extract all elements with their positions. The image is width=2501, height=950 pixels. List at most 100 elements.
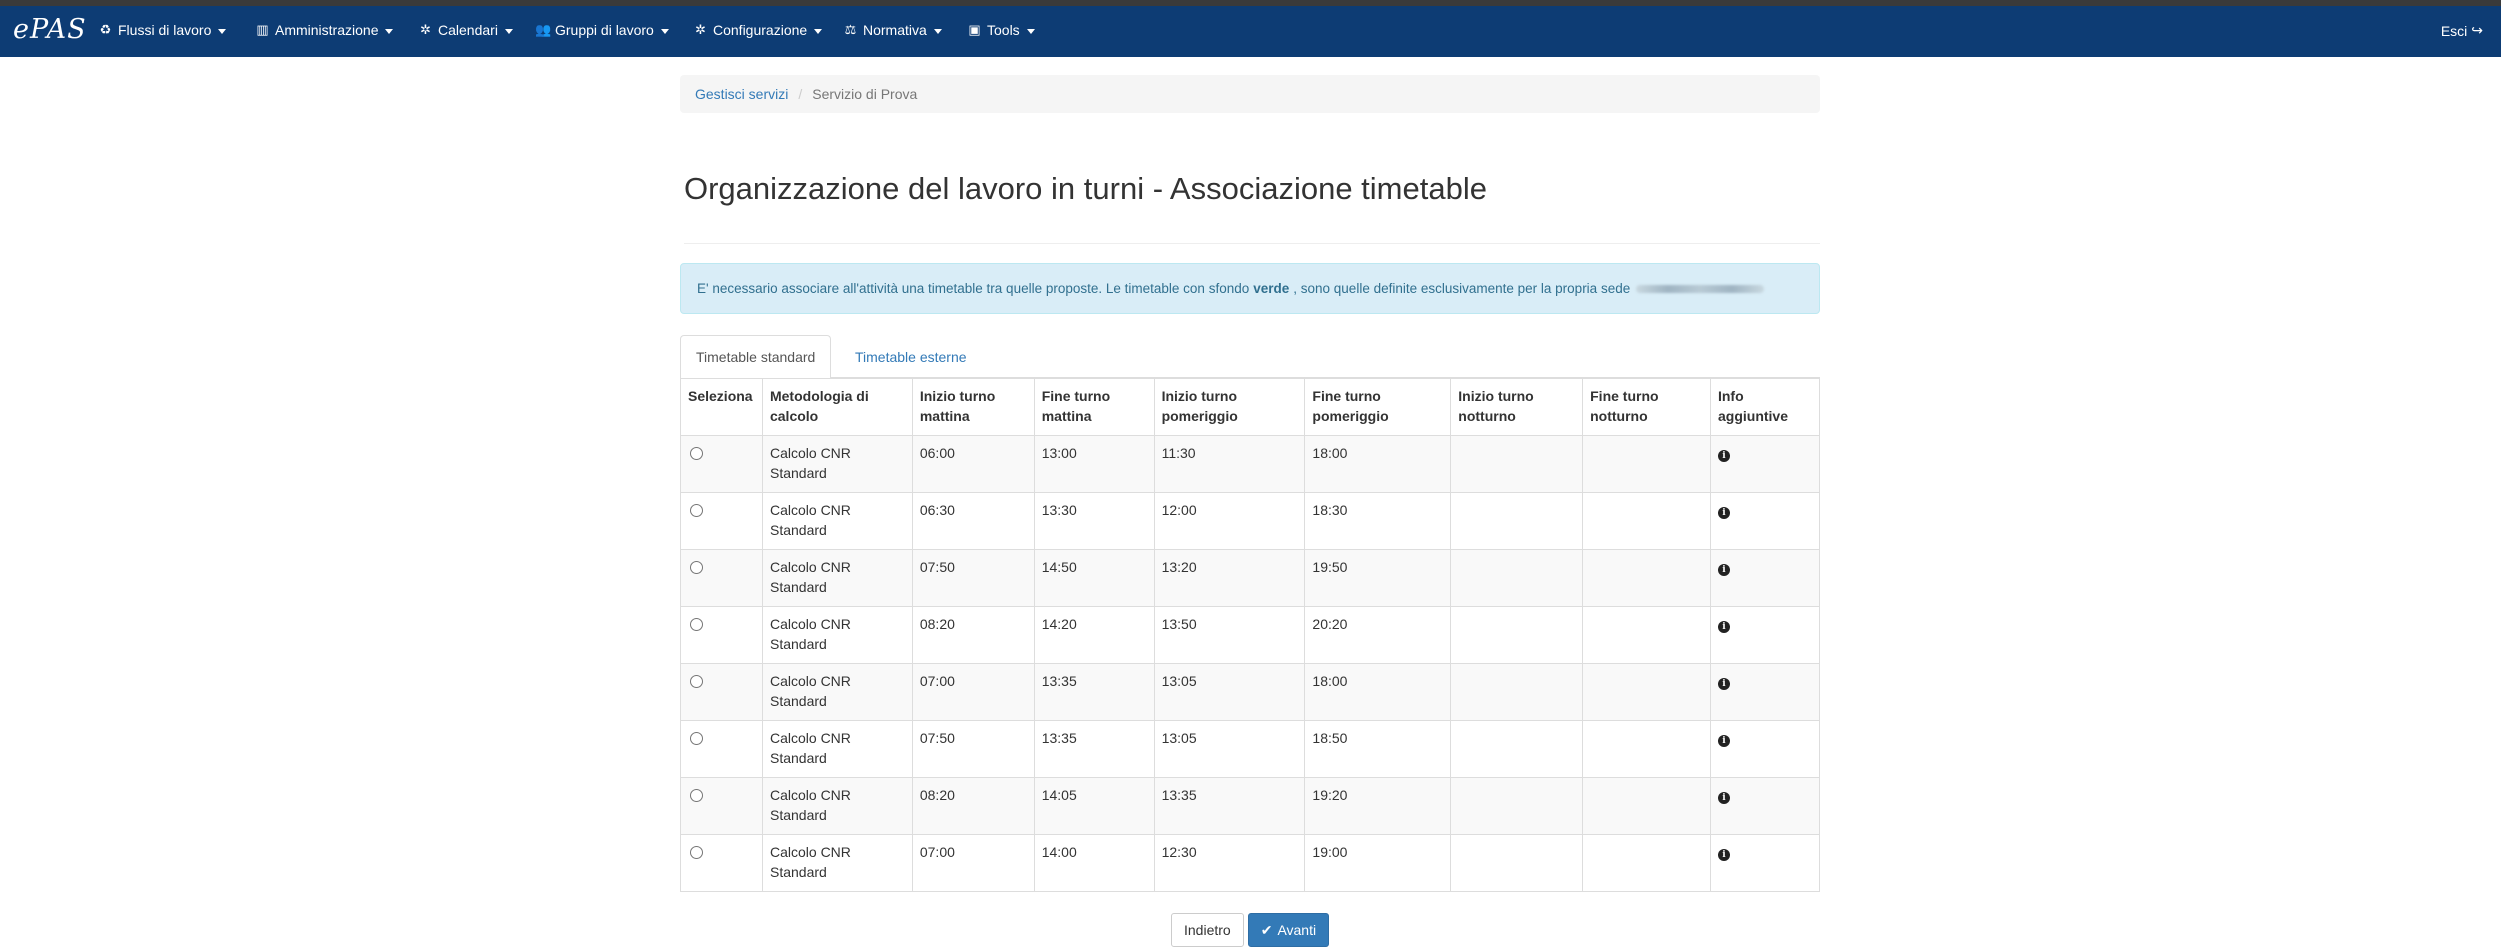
caret-down-icon [933,28,942,34]
column-header-text: aggiuntive [1717,408,1788,424]
select-radio[interactable] [690,789,703,802]
nav-amministrazione[interactable]: ▥ Amministrazione [255,22,394,38]
method-cell: Calcolo CNR Standard [761,606,913,664]
info-circle-icon[interactable]: i [1717,564,1730,576]
table-row: Calcolo CNR Standard 07:50 14:50 13:20 19:50 i [680,549,1821,607]
caret-down-icon [385,28,394,34]
time-cell-start-night [1450,834,1584,892]
time-cell-end-afternoon: 20:20 [1304,606,1452,664]
time-cell-end-night [1582,663,1711,721]
time-cell-end-morning: 14:50 [1033,549,1155,607]
info-circle-icon[interactable]: i [1717,507,1730,519]
table-row: Calcolo CNR Standard 07:00 13:35 13:05 18:00 i [680,663,1821,721]
tab-timetable-standard[interactable]: Timetable standard [680,335,832,379]
back-button[interactable]: Indietro [1171,913,1244,947]
info-circle-icon[interactable]: i [1717,792,1730,804]
nav-label: Gruppi di lavoro [555,22,654,38]
sign-out-icon: ↪ [2471,22,2483,38]
method-cell: Calcolo CNR Standard [761,663,913,721]
column-header-text: pomeriggio [1161,408,1238,424]
timetable-tabs: Timetable standard Timetable esterne [680,335,1820,379]
nav-gruppi-di-lavoro[interactable]: 👥 Gruppi di lavoro [535,22,669,38]
info-cell: i [1709,492,1821,550]
select-radio[interactable] [690,846,703,859]
method-text: Standard [769,864,827,880]
info-circle-icon[interactable]: i [1717,450,1730,462]
select-radio[interactable] [690,504,703,517]
time-cell-start-morning: 07:50 [911,720,1035,778]
info-circle-icon[interactable]: i [1717,678,1730,690]
nav-flussi-di-lavoro[interactable]: ♻ Flussi di lavoro [98,22,227,38]
breadcrumb: Gestisci servizi / Servizio di Prova [680,75,1820,113]
next-button[interactable]: ✔ Avanti [1247,913,1330,947]
time-cell-end-afternoon: 18:00 [1304,435,1452,493]
select-radio[interactable] [690,561,703,574]
main-container: Gestisci servizi / Servizio di Prova Org… [680,75,1821,947]
caret-down-icon [218,28,227,34]
method-text: Standard [769,522,827,538]
method-text: Calcolo CNR [769,616,851,632]
breadcrumb-current: Servizio di Prova [812,86,918,102]
select-cell [680,663,763,721]
time-cell-start-night [1450,720,1584,778]
breadcrumb-link-gestisci-servizi[interactable]: Gestisci servizi [695,86,788,102]
column-header-text: notturno [1590,408,1648,424]
column-header: Fine turno notturno [1582,378,1711,436]
nav-label: Amministrazione [275,22,379,38]
table-header-row: Seleziona Metodologia di calcolo Inizio tur… [680,378,1821,436]
nav-label: Configurazione [713,22,808,38]
tab-timetable-esterne[interactable]: Timetable esterne [840,335,982,378]
nav-calendari[interactable]: ✲ Calendari [418,22,513,38]
logout-link[interactable]: Esci ↪ [2441,22,2483,39]
column-header-text: Inizio turno [1458,388,1534,404]
logout-label: Esci [2440,22,2468,39]
brand-logo[interactable]: ePAS [13,14,87,45]
info-alert: E' necessario associare all'attività una… [680,263,1820,314]
select-radio[interactable] [690,732,703,745]
time-cell-end-night [1582,720,1711,778]
method-cell: Calcolo CNR Standard [761,777,913,835]
time-cell-start-morning: 07:00 [911,663,1035,721]
back-button-label: Indietro [1184,922,1231,938]
column-header: Inizio turno mattina [911,378,1035,436]
table-row: Calcolo CNR Standard 07:00 14:00 12:30 19:00 i [680,834,1821,892]
column-header-text: mattina [919,408,970,424]
next-button-label: Avanti [1277,922,1317,938]
nav-label: Tools [987,22,1020,38]
select-radio[interactable] [690,675,703,688]
method-cell: Calcolo CNR Standard [761,492,913,550]
time-cell-start-morning: 08:20 [911,606,1035,664]
caret-down-icon [660,28,669,34]
time-cell-end-afternoon: 18:50 [1304,720,1452,778]
time-cell-start-morning: 07:00 [911,834,1035,892]
time-cell-start-afternoon: 13:50 [1153,606,1306,664]
table-row: Calcolo CNR Standard 07:50 13:35 13:05 18:50 i [680,720,1821,778]
info-circle-icon[interactable]: i [1717,849,1730,861]
column-header: Inizio turno pomeriggio [1153,378,1306,436]
column-header-text: Fine turno [1312,388,1381,404]
time-cell-start-night [1450,663,1584,721]
info-cell: i [1709,549,1821,607]
bar-chart-icon: ▥ [256,22,269,37]
time-cell-start-afternoon: 12:00 [1153,492,1306,550]
users-icon: 👥 [535,22,552,37]
column-header-text: calcolo [769,408,819,424]
nav-normativa[interactable]: ⚖ Normativa [843,22,942,38]
select-radio[interactable] [690,447,703,460]
caret-down-icon [504,28,513,34]
table-body: Calcolo CNR Standard 06:00 13:00 11:30 18:00 i… [680,435,1821,892]
nav-tools[interactable]: ▣ Tools [967,22,1035,38]
method-text: Standard [769,693,827,709]
select-radio[interactable] [690,618,703,631]
info-circle-icon[interactable]: i [1717,621,1730,633]
time-cell-end-morning: 13:35 [1033,720,1155,778]
balance-scale-icon: ⚖ [844,22,857,37]
method-text: Calcolo CNR [769,844,851,860]
method-cell: Calcolo CNR Standard [761,834,913,892]
info-circle-icon[interactable]: i [1717,735,1730,747]
time-cell-end-morning: 13:30 [1033,492,1155,550]
nav-configurazione[interactable]: ✲ Configurazione [693,22,823,38]
select-cell [680,549,763,607]
time-cell-end-afternoon: 19:50 [1304,549,1452,607]
time-cell-end-morning: 14:05 [1033,777,1155,835]
